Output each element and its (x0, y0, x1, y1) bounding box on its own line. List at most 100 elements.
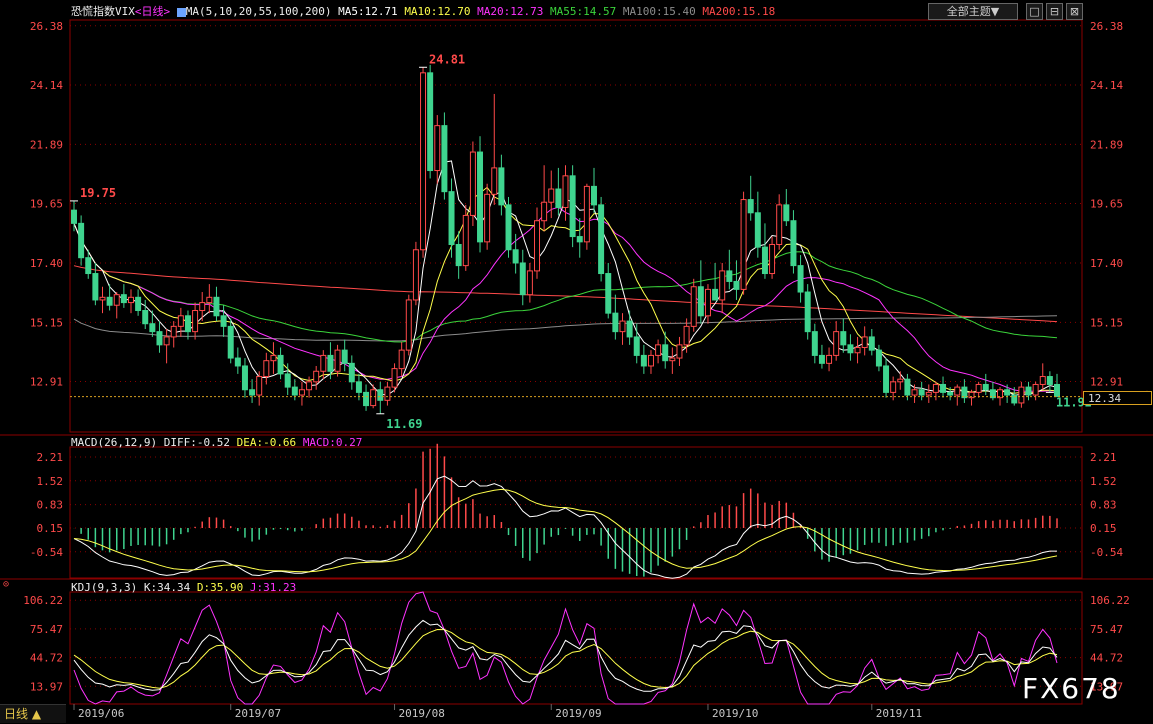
candle-body (234, 357, 241, 367)
kdj-axis-label-right: 75.47 (1090, 623, 1123, 636)
candle-body (71, 209, 77, 224)
macd-axis-label-left: 2.21 (37, 451, 64, 464)
candle-body (184, 315, 191, 333)
candle-body (505, 204, 512, 251)
candle-body (840, 331, 847, 346)
kdj-settings-icon[interactable]: ⊙ (3, 579, 9, 590)
candle-body (875, 349, 882, 367)
macd-axis-label-left: -0.54 (30, 546, 63, 559)
candle-body (484, 193, 491, 243)
candle-body (833, 331, 840, 356)
price-axis-label-right: 17.40 (1090, 257, 1123, 270)
macd-axis-label-right: 1.52 (1090, 475, 1117, 488)
window-close-button[interactable]: ⊠ (1066, 3, 1083, 20)
candle-body (291, 386, 298, 396)
candle-body (427, 72, 434, 172)
period-switch-button[interactable]: 日线 ▲ (0, 704, 66, 723)
candle-body (655, 344, 662, 356)
candle-body (619, 320, 626, 333)
price-axis-label-right: 24.14 (1090, 79, 1123, 92)
candle-body (377, 389, 384, 401)
macd-diff-line (73, 475, 1057, 579)
macd-axis-label-left: 0.15 (37, 522, 64, 535)
candle-body (213, 296, 220, 317)
macd-value: MACD:0.27 (302, 436, 363, 449)
candle-body (341, 349, 348, 364)
candle-body (647, 354, 654, 367)
candle-body (911, 389, 918, 396)
candle-body (519, 262, 526, 296)
macd-axis-label-left: 1.52 (37, 475, 64, 488)
watermark-logo: FX678 (1022, 672, 1121, 705)
candle-body (220, 315, 227, 327)
date-axis-label: 2019/06 (78, 707, 124, 720)
ma100-value: MA100:15.40 (622, 5, 696, 18)
period-label[interactable]: <日线> (135, 5, 170, 18)
ma-settings-icon[interactable] (176, 7, 186, 17)
candle-body (555, 188, 562, 209)
candle-body (78, 222, 85, 259)
candle-body (512, 249, 519, 264)
ma55-value: MA55:14.57 (550, 5, 617, 18)
candle-body (498, 167, 505, 206)
candle-body (754, 212, 761, 248)
candle-body (334, 349, 341, 372)
theme-dropdown[interactable]: 全部主题▼ (928, 3, 1018, 20)
candle-body (826, 354, 833, 364)
candle-body (320, 354, 327, 372)
candle-body (120, 294, 127, 304)
candle-body (384, 386, 391, 401)
kdj-axis-label-left: 44.72 (30, 652, 63, 665)
ma200-value: MA200:15.18 (702, 5, 776, 18)
candle-body (811, 331, 818, 356)
kdj-axis-label-right: 106.22 (1090, 594, 1130, 607)
candle-body (883, 365, 890, 393)
price-axis-label-left: 26.38 (30, 20, 63, 33)
stock-chart[interactable]: 12.91 12.91 15.15 15.15 17.40 17.40 19.65 19.65… (0, 0, 1153, 723)
candle-body (676, 344, 683, 359)
candle-body (277, 354, 284, 375)
candle-body (541, 201, 548, 222)
candle-body (747, 199, 754, 214)
candle-body (113, 294, 120, 306)
candle-body (612, 312, 619, 333)
macd-axis-label-right: -0.54 (1090, 546, 1123, 559)
kdj-j-line (73, 591, 1058, 705)
candle-body (847, 344, 854, 354)
candle-body (355, 381, 362, 393)
candle-body (469, 151, 476, 216)
candle-body (868, 336, 875, 351)
kdj-j: J:31.23 (249, 581, 297, 594)
candle-body (306, 381, 313, 391)
candle-body (412, 249, 419, 301)
price-axis-label-right: 26.38 (1090, 20, 1123, 33)
candle-body (783, 204, 790, 222)
candle-body (106, 296, 113, 306)
candle-body (398, 349, 405, 370)
candle-body (961, 386, 968, 399)
date-axis-label: 2019/09 (555, 707, 601, 720)
candle-body (733, 280, 740, 290)
candle-body (590, 185, 597, 206)
candle-body (327, 354, 334, 372)
window-minimize-button[interactable]: ⊟ (1046, 3, 1063, 20)
candle-body (790, 220, 797, 267)
date-axis-label: 2019/07 (235, 707, 281, 720)
macd-dea: DEA:-0.66 (236, 436, 297, 449)
candle-body (270, 354, 277, 362)
window-restore-button[interactable]: □ (1026, 3, 1043, 20)
candle-body (690, 286, 697, 327)
candle-body (163, 336, 170, 346)
date-axis-label: 2019/11 (876, 707, 922, 720)
candle-body (313, 370, 320, 383)
candle-body (284, 373, 291, 388)
price-axis-label-right: 15.15 (1090, 316, 1123, 329)
candle-body (370, 389, 377, 407)
ma5-value: MA5:12.71 (338, 5, 398, 18)
price-axis-label-left: 12.91 (30, 376, 63, 389)
candle-body (263, 360, 270, 378)
kdj-axis-label-left: 75.47 (30, 623, 63, 636)
candle-body (199, 302, 206, 312)
candle-body (548, 188, 555, 203)
instrument-name: 恐慌指数VIX (71, 5, 135, 18)
